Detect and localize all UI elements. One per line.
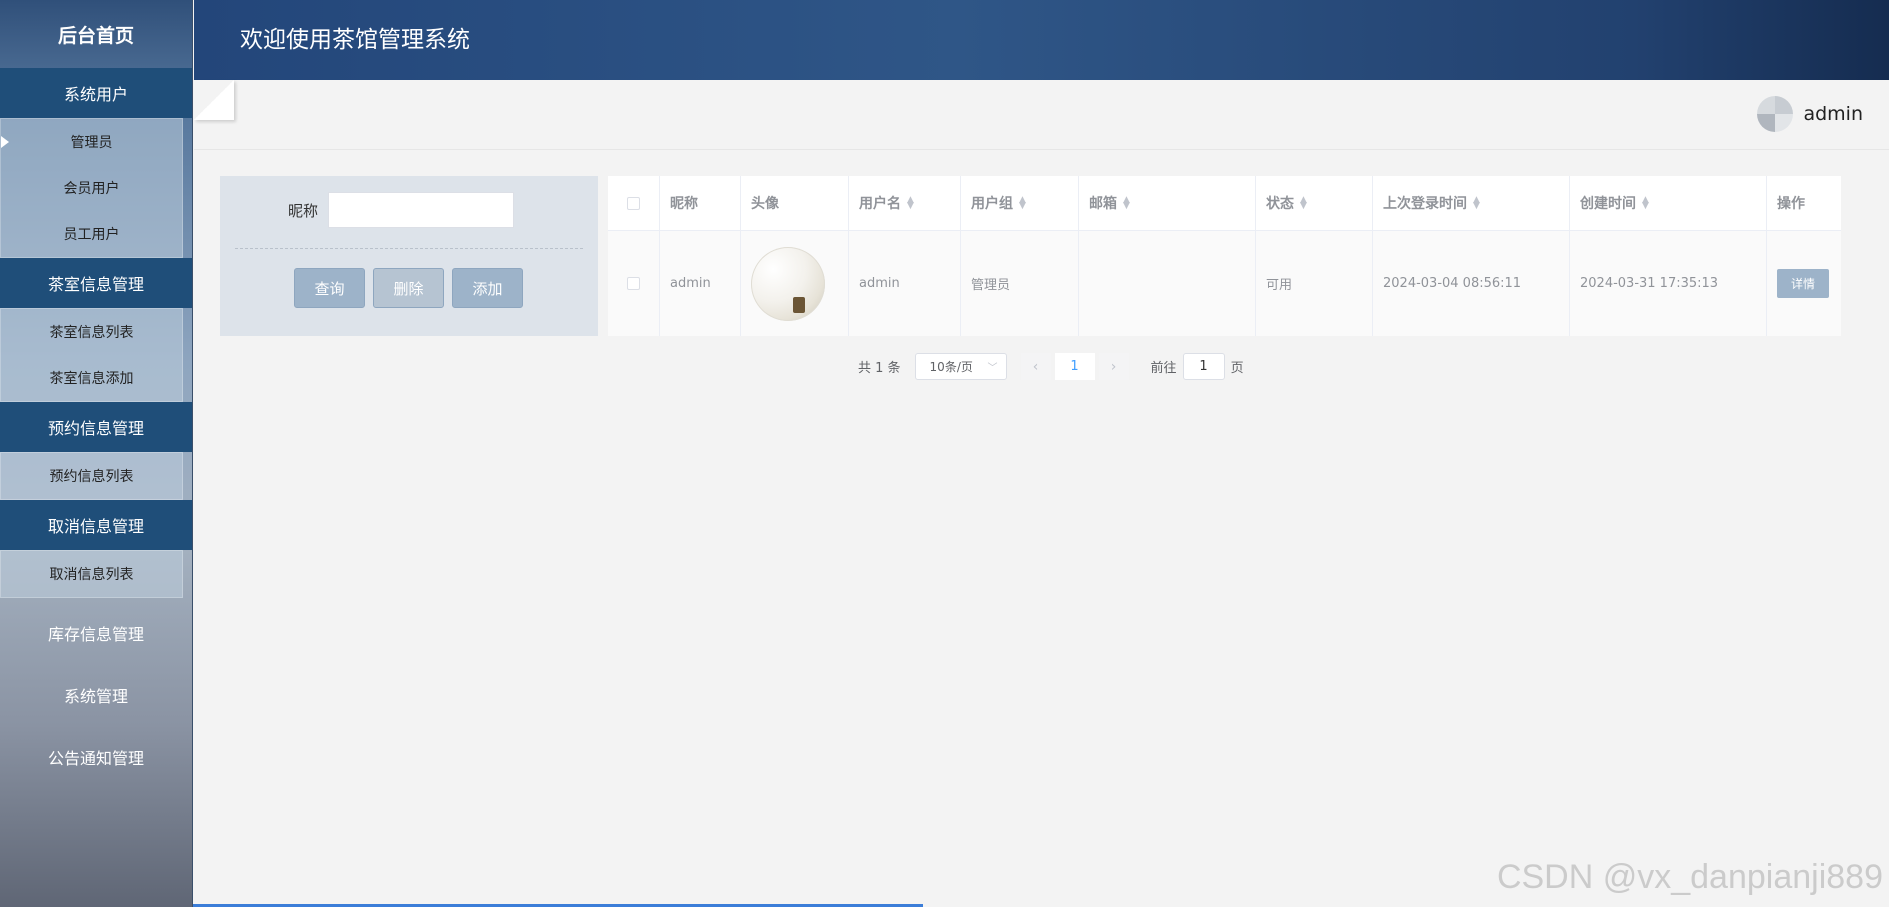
- page-fold-decoration: [194, 80, 234, 120]
- menu-cancel[interactable]: 取消信息管理: [0, 500, 192, 550]
- user-table: 昵称 头像 用户名 ▲ ▼ 用户组 ▲ ▼ 邮箱 ▲ ▼ 状态 ▲ ▼ 上次登录时间 ▲ ▼ 创建时…: [608, 176, 1841, 336]
- row-checkbox[interactable]: [627, 277, 640, 290]
- user-info[interactable]: admin: [1757, 96, 1863, 132]
- divider: [194, 149, 1889, 150]
- user-avatar[interactable]: [1757, 96, 1794, 132]
- nickname-label: 昵称: [287, 201, 318, 220]
- page-number-current[interactable]: 1: [1054, 353, 1095, 380]
- divider: [235, 248, 583, 249]
- column-header-group[interactable]: 用户组: [971, 193, 1013, 213]
- sort-icon[interactable]: ▲ ▼: [1473, 196, 1480, 211]
- cell-last-login: 2024-03-04 08:56:11: [1383, 276, 1522, 291]
- sidebar-item-admins[interactable]: 管理员: [1, 119, 182, 165]
- sidebar-item-members[interactable]: 会员用户: [1, 165, 182, 211]
- table-row[interactable]: admin admin 管理员 可用 2024-03-04 08:56:11 2…: [608, 231, 1841, 336]
- prev-page-button[interactable]: ‹: [1020, 353, 1051, 380]
- menu-notice[interactable]: 公告通知管理: [0, 722, 192, 792]
- page-size-value: 10条/页: [929, 360, 973, 374]
- nickname-input[interactable]: [328, 192, 514, 228]
- sort-icon[interactable]: ▲ ▼: [1019, 196, 1026, 211]
- search-panel: 昵称 查询 删除 添加: [220, 176, 598, 336]
- pagination-total: 共 1 条: [858, 361, 901, 376]
- user-name[interactable]: admin: [1803, 103, 1863, 125]
- menu-system-users[interactable]: 系统用户: [0, 68, 192, 118]
- cell-group: 管理员: [971, 278, 1011, 293]
- sidebar-item-tearoom-list[interactable]: 茶室信息列表: [1, 309, 182, 355]
- next-page-button[interactable]: ›: [1098, 353, 1129, 380]
- menu-reservation[interactable]: 预约信息管理: [0, 402, 192, 452]
- cell-nickname: admin: [670, 276, 711, 291]
- page-unit-label: 页: [1230, 361, 1244, 376]
- sidebar-item-tearoom-add[interactable]: 茶室信息添加: [1, 355, 182, 401]
- sort-icon[interactable]: ▲ ▼: [907, 196, 914, 211]
- system-title: 欢迎使用茶馆管理系统: [240, 27, 470, 53]
- chevron-down-icon: ﹀: [987, 363, 998, 374]
- submenu-cancel: 取消信息列表: [0, 550, 183, 598]
- top-header: 欢迎使用茶馆管理系统: [194, 0, 1889, 80]
- column-header-last-login[interactable]: 上次登录时间: [1383, 193, 1467, 213]
- submenu-tearoom: 茶室信息列表 茶室信息添加: [0, 308, 183, 402]
- sidebar: 后台首页 系统用户 管理员 会员用户 员工用户 茶室信息管理 茶室信息列表 茶室…: [0, 0, 193, 907]
- goto-label: 前往: [1150, 361, 1177, 376]
- select-all-checkbox[interactable]: [627, 196, 640, 210]
- page-size-select[interactable]: 10条/页 ﹀: [914, 353, 1007, 380]
- submenu-reservation: 预约信息列表: [0, 452, 183, 500]
- user-avatar-image: [751, 246, 825, 321]
- column-header-avatar: 头像: [751, 196, 779, 212]
- column-header-username[interactable]: 用户名: [859, 193, 901, 213]
- chevron-left-icon: ‹: [1032, 358, 1039, 375]
- menu-system[interactable]: 系统管理: [0, 668, 192, 722]
- query-button[interactable]: 查询: [294, 268, 365, 308]
- menu-inventory[interactable]: 库存信息管理: [0, 598, 192, 668]
- goto-page-input[interactable]: 1: [1182, 353, 1225, 380]
- submenu-system-users: 管理员 会员用户 员工用户: [0, 118, 183, 258]
- column-header-nickname: 昵称: [670, 196, 698, 212]
- menu-tearoom[interactable]: 茶室信息管理: [0, 258, 192, 308]
- cell-username: admin: [859, 276, 900, 291]
- sort-icon[interactable]: ▲ ▼: [1123, 196, 1130, 211]
- add-button[interactable]: 添加: [452, 268, 523, 308]
- sidebar-home[interactable]: 后台首页: [0, 0, 192, 68]
- column-header-status[interactable]: 状态: [1266, 193, 1294, 213]
- delete-button[interactable]: 删除: [373, 268, 444, 308]
- cell-created: 2024-03-31 17:35:13: [1580, 276, 1719, 291]
- sort-icon[interactable]: ▲ ▼: [1642, 196, 1649, 211]
- table-header: 昵称 头像 用户名 ▲ ▼ 用户组 ▲ ▼ 邮箱 ▲ ▼ 状态 ▲ ▼ 上次登录时间 ▲ ▼ 创建时…: [608, 176, 1841, 231]
- detail-button[interactable]: 详情: [1777, 269, 1829, 298]
- sidebar-item-reservation-list[interactable]: 预约信息列表: [1, 453, 182, 499]
- sidebar-item-staff[interactable]: 员工用户: [1, 211, 182, 257]
- watermark: CSDN @vx_danpianji889: [1496, 858, 1883, 896]
- cell-status: 可用: [1266, 278, 1293, 293]
- column-header-email[interactable]: 邮箱: [1089, 193, 1117, 213]
- pagination: 共 1 条 10条/页 ﹀ ‹ 1 › 前往 1 页: [858, 353, 1244, 380]
- column-header-action: 操作: [1777, 196, 1805, 212]
- column-header-created[interactable]: 创建时间: [1580, 193, 1636, 213]
- sort-icon[interactable]: ▲ ▼: [1300, 196, 1307, 211]
- sidebar-item-cancel-list[interactable]: 取消信息列表: [1, 551, 182, 597]
- chevron-right-icon: ›: [1110, 358, 1117, 375]
